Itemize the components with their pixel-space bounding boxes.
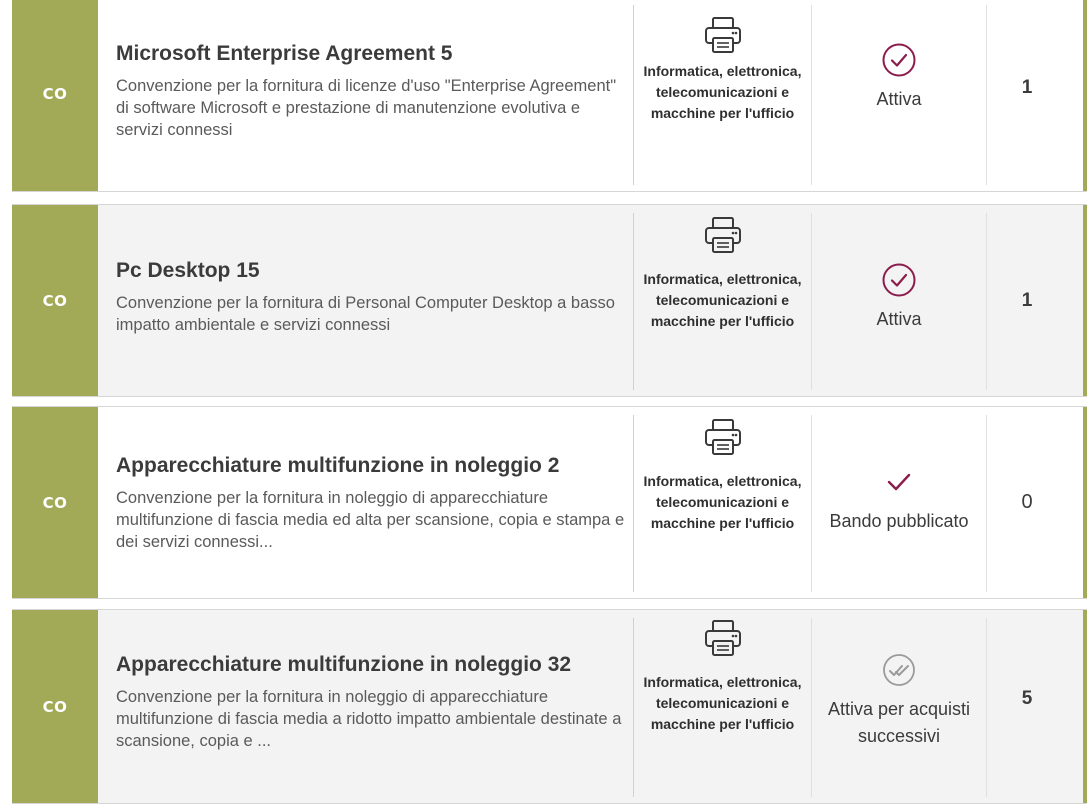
category-label: Informatica, elettronica, telecomunicazi… bbox=[643, 473, 802, 531]
printer-icon bbox=[704, 419, 741, 455]
double-check-circle-icon bbox=[883, 653, 915, 686]
category-cell: Informatica, elettronica, telecomunicazi… bbox=[633, 213, 812, 390]
type-badge: CO bbox=[12, 610, 98, 803]
category-cell: Informatica, elettronica, telecomunicazi… bbox=[633, 618, 812, 797]
convention-title[interactable]: Pc Desktop 15 bbox=[116, 258, 629, 284]
category-label: Informatica, elettronica, telecomunicazi… bbox=[643, 674, 802, 732]
convention-title[interactable]: Microsoft Enterprise Agreement 5 bbox=[116, 41, 629, 67]
convention-description: Convenzione per la fornitura di licenze … bbox=[116, 77, 617, 139]
printer-icon bbox=[704, 620, 741, 656]
convention-info: Microsoft Enterprise Agreement 5 Convenz… bbox=[98, 0, 633, 191]
type-badge: CO bbox=[12, 0, 98, 191]
status-label: Bando pubblicato bbox=[829, 511, 969, 531]
convention-title[interactable]: Apparecchiature multifunzione in noleggi… bbox=[116, 453, 629, 479]
count-value: 1 bbox=[1021, 289, 1033, 311]
printer-icon bbox=[704, 17, 741, 53]
category-label: Informatica, elettronica, telecomunicazi… bbox=[643, 63, 802, 121]
category-cell: Informatica, elettronica, telecomunicazi… bbox=[633, 5, 812, 185]
type-badge: CO bbox=[12, 205, 98, 396]
status-label: Attiva bbox=[876, 88, 922, 109]
status-label: Attiva bbox=[876, 309, 922, 329]
convention-row[interactable]: CO Microsoft Enterprise Agreement 5 Conv… bbox=[12, 0, 1087, 192]
check-circle-icon bbox=[882, 43, 916, 76]
status-cell: Attiva bbox=[812, 5, 987, 185]
type-badge: CO bbox=[12, 407, 98, 598]
printer-icon bbox=[704, 217, 741, 253]
count-value: 0 bbox=[1021, 491, 1033, 513]
convention-info: Pc Desktop 15 Convenzione per la fornitu… bbox=[98, 205, 633, 396]
status-label: Attiva per acquisti successivi bbox=[827, 698, 971, 746]
convention-description: Convenzione per la fornitura di Personal… bbox=[116, 294, 615, 334]
check-icon bbox=[887, 473, 911, 491]
status-cell: Attiva bbox=[812, 213, 987, 390]
convention-row[interactable]: CO Pc Desktop 15 Convenzione per la forn… bbox=[12, 204, 1087, 397]
status-cell: Bando pubblicato bbox=[812, 415, 987, 592]
count-value: 1 bbox=[1021, 77, 1033, 98]
convention-row[interactable]: CO Apparecchiature multifunzione in nole… bbox=[12, 406, 1087, 599]
convention-title[interactable]: Apparecchiature multifunzione in noleggi… bbox=[116, 652, 629, 678]
check-circle-icon bbox=[882, 263, 916, 297]
category-label: Informatica, elettronica, telecomunicazi… bbox=[643, 271, 802, 329]
convention-row[interactable]: CO Apparecchiature multifunzione in nole… bbox=[12, 609, 1087, 804]
convention-description: Convenzione per la fornitura in noleggio… bbox=[116, 688, 622, 750]
convention-description: Convenzione per la fornitura in noleggio… bbox=[116, 489, 625, 551]
convention-info: Apparecchiature multifunzione in noleggi… bbox=[98, 610, 633, 803]
count-value: 5 bbox=[1021, 687, 1033, 709]
convention-info: Apparecchiature multifunzione in noleggi… bbox=[98, 407, 633, 598]
category-cell: Informatica, elettronica, telecomunicazi… bbox=[633, 415, 812, 592]
status-cell: Attiva per acquisti successivi bbox=[812, 618, 987, 797]
